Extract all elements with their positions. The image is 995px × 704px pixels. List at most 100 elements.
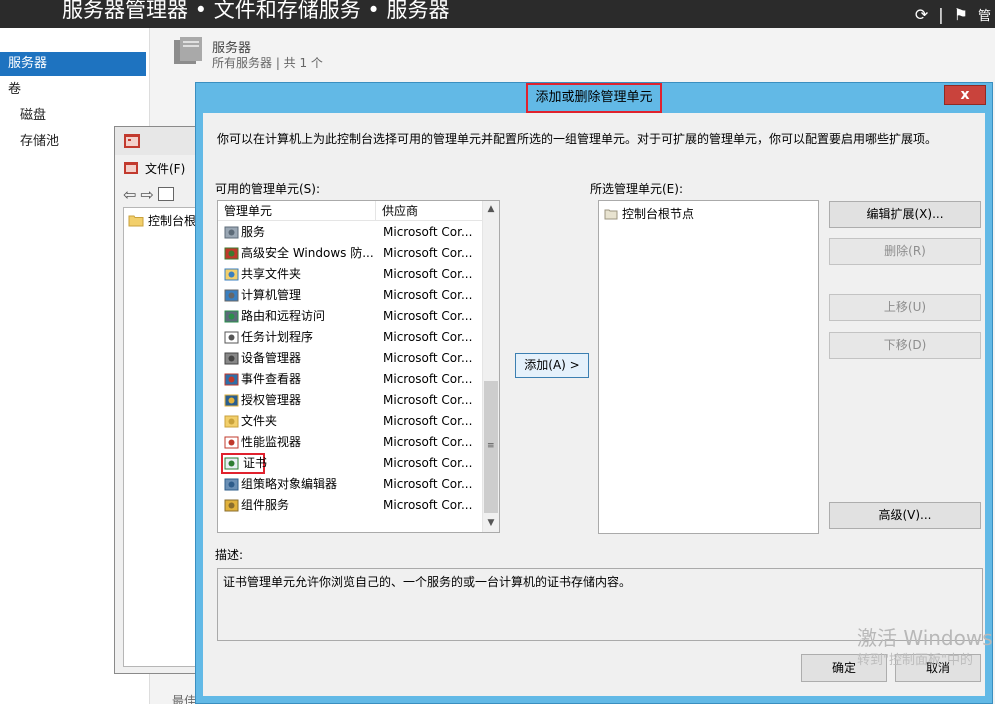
activation-watermark-title: 激活 Windows — [857, 626, 993, 650]
snapin-row[interactable]: 授权管理器 Microsoft Cor... — [218, 390, 483, 411]
move-up-button[interactable]: 上移(U) — [829, 294, 981, 321]
snapin-vendor: Microsoft Cor... — [383, 288, 473, 302]
scroll-thumb[interactable]: ≡ — [484, 381, 498, 513]
snapin-vendor: Microsoft Cor... — [383, 351, 473, 365]
mmc-toolbar: ⇦ ⇨ — [123, 183, 203, 205]
snapin-row[interactable]: 性能监视器 Microsoft Cor... — [218, 432, 483, 453]
mmc-menubar: 文件(F) — [123, 157, 203, 179]
snapin-row[interactable]: 高级安全 Windows 防... Microsoft Cor... — [218, 243, 483, 264]
separator: | — [938, 4, 944, 24]
selected-snapins-list[interactable]: 控制台根节点 — [598, 200, 819, 534]
snapin-name: 任务计划程序 — [241, 330, 314, 344]
forward-arrow-icon[interactable]: ⇨ — [140, 185, 153, 204]
list-header: 管理单元 供应商 — [218, 201, 483, 221]
tree-item-console-root[interactable]: 控制台根 — [128, 212, 196, 229]
snapin-name: 高级安全 Windows 防... — [241, 246, 374, 260]
nav-item-volumes[interactable]: 卷 — [0, 78, 146, 102]
console-tree-icon[interactable] — [157, 187, 174, 201]
gears-icon — [224, 226, 239, 239]
server-manager-titlebar: 服务器管理器 • 文件和存储服务 • 服务器 ⟳ | ⚑ 管 — [0, 0, 995, 28]
snapin-vendor: Microsoft Cor... — [383, 225, 473, 239]
snapin-row[interactable]: 计算机管理 Microsoft Cor... — [218, 285, 483, 306]
notifications-icon[interactable]: ⚑ — [954, 5, 968, 24]
server-icon — [174, 37, 202, 64]
add-remove-snapins-dialog: 添加或删除管理单元 x 你可以在计算机上为此控制台选择可用的管理单元并配置所选的… — [195, 82, 993, 704]
snapin-name: 路由和远程访问 — [241, 309, 326, 323]
snapin-row[interactable]: 文件夹 Microsoft Cor... — [218, 411, 483, 432]
scroll-up-icon[interactable]: ▲ — [483, 201, 499, 218]
activation-watermark-subtitle: 转到"控制面板"中的 — [857, 653, 973, 668]
snapin-vendor: Microsoft Cor... — [383, 498, 473, 512]
dialog-title: 添加或删除管理单元 — [526, 83, 662, 113]
group-policy-icon — [224, 478, 239, 491]
snapin-name: 设备管理器 — [241, 351, 302, 365]
edit-extensions-button[interactable]: 编辑扩展(X)... — [829, 201, 981, 228]
tree-item-label: 控制台根 — [148, 214, 197, 228]
available-snapins-label: 可用的管理单元(S): — [215, 182, 321, 196]
snapin-row[interactable]: 组策略对象编辑器 Microsoft Cor... — [218, 474, 483, 495]
snapin-row[interactable]: 任务计划程序 Microsoft Cor... — [218, 327, 483, 348]
firewall-icon — [224, 247, 239, 260]
snapin-row[interactable]: 组件服务 Microsoft Cor... — [218, 495, 483, 516]
snapin-vendor: Microsoft Cor... — [383, 330, 473, 344]
snapin-row[interactable]: 共享文件夹 Microsoft Cor... — [218, 264, 483, 285]
menu-file[interactable]: 文件(F) — [145, 160, 185, 177]
performance-icon — [224, 436, 239, 449]
snapin-row[interactable]: 设备管理器 Microsoft Cor... — [218, 348, 483, 369]
snapin-name: 共享文件夹 — [241, 267, 302, 281]
dialog-titlebar: 添加或删除管理单元 — [196, 83, 992, 113]
authorization-icon — [224, 394, 239, 407]
folder-icon — [224, 415, 239, 428]
snapin-vendor: Microsoft Cor... — [383, 267, 473, 281]
section-subtitle: 所有服务器 | 共 1 个 — [212, 56, 323, 70]
dialog-body: 你可以在计算机上为此控制台选择可用的管理单元并配置所选的一组管理单元。对于可扩展… — [203, 113, 985, 696]
back-arrow-icon[interactable]: ⇦ — [123, 185, 136, 204]
computer-management-icon — [224, 289, 239, 302]
snapin-row[interactable]: 路由和远程访问 Microsoft Cor... — [218, 306, 483, 327]
selected-item-label: 控制台根节点 — [622, 207, 695, 221]
advanced-button[interactable]: 高级(V)... — [829, 502, 981, 529]
close-button[interactable]: x — [944, 85, 986, 105]
dialog-intro-text: 你可以在计算机上为此控制台选择可用的管理单元并配置所选的一组管理单元。对于可扩展… — [217, 132, 938, 146]
selected-snapins-label: 所选管理单元(E): — [590, 182, 683, 196]
snapin-name: 性能监视器 — [241, 435, 302, 449]
component-services-icon — [224, 499, 239, 512]
selected-item-console-root[interactable]: 控制台根节点 — [604, 205, 694, 222]
mmc-tree-pane: 控制台根 — [123, 207, 205, 667]
snapin-row[interactable]: 事件查看器 Microsoft Cor... — [218, 369, 483, 390]
clock-icon — [224, 331, 239, 344]
move-down-button[interactable]: 下移(D) — [829, 332, 981, 359]
mmc-app-icon — [124, 134, 140, 148]
description-label: 描述: — [215, 548, 244, 562]
vertical-scrollbar[interactable]: ▲ ≡ ▼ — [482, 201, 499, 532]
mmc-titlebar — [115, 127, 203, 155]
snapin-row[interactable]: 证书 Microsoft Cor... — [218, 453, 483, 474]
snapin-name: 事件查看器 — [241, 372, 302, 386]
mmc-console-window: 文件(F) ⇦ ⇨ 控制台根 — [114, 126, 205, 674]
snapin-name: 组策略对象编辑器 — [241, 477, 338, 491]
event-viewer-icon — [224, 373, 239, 386]
column-header-snapin[interactable]: 管理单元 — [218, 201, 376, 221]
snapin-vendor: Microsoft Cor... — [383, 456, 473, 470]
snapin-name: 授权管理器 — [241, 393, 302, 407]
available-snapins-list[interactable]: 管理单元 供应商 服务 Microsoft Cor... 高级安全 Windows … — [217, 200, 500, 533]
remove-button[interactable]: 删除(R) — [829, 238, 981, 265]
refresh-icon[interactable]: ⟳ — [915, 5, 928, 24]
manage-menu[interactable]: 管 — [978, 5, 991, 24]
snapin-vendor: Microsoft Cor... — [383, 435, 473, 449]
column-header-vendor[interactable]: 供应商 — [376, 201, 483, 221]
snapin-row[interactable]: 服务 Microsoft Cor... — [218, 222, 483, 243]
snapin-name: 组件服务 — [241, 498, 290, 512]
folder-icon — [604, 209, 618, 219]
nav-item-servers[interactable]: 服务器 — [0, 52, 146, 76]
scroll-down-icon[interactable]: ▼ — [483, 515, 499, 532]
add-button[interactable]: 添加(A) > — [515, 353, 589, 378]
bottom-label: 最佳 — [172, 694, 197, 704]
breadcrumb: 服务器管理器 • 文件和存储服务 • 服务器 — [62, 0, 450, 22]
routing-icon — [224, 310, 239, 323]
nav-item-disks[interactable]: 磁盘 — [0, 104, 146, 128]
snapin-vendor: Microsoft Cor... — [383, 414, 473, 428]
snapin-vendor: Microsoft Cor... — [383, 393, 473, 407]
shared-folder-icon — [224, 268, 239, 281]
snapin-name: 计算机管理 — [241, 288, 302, 302]
